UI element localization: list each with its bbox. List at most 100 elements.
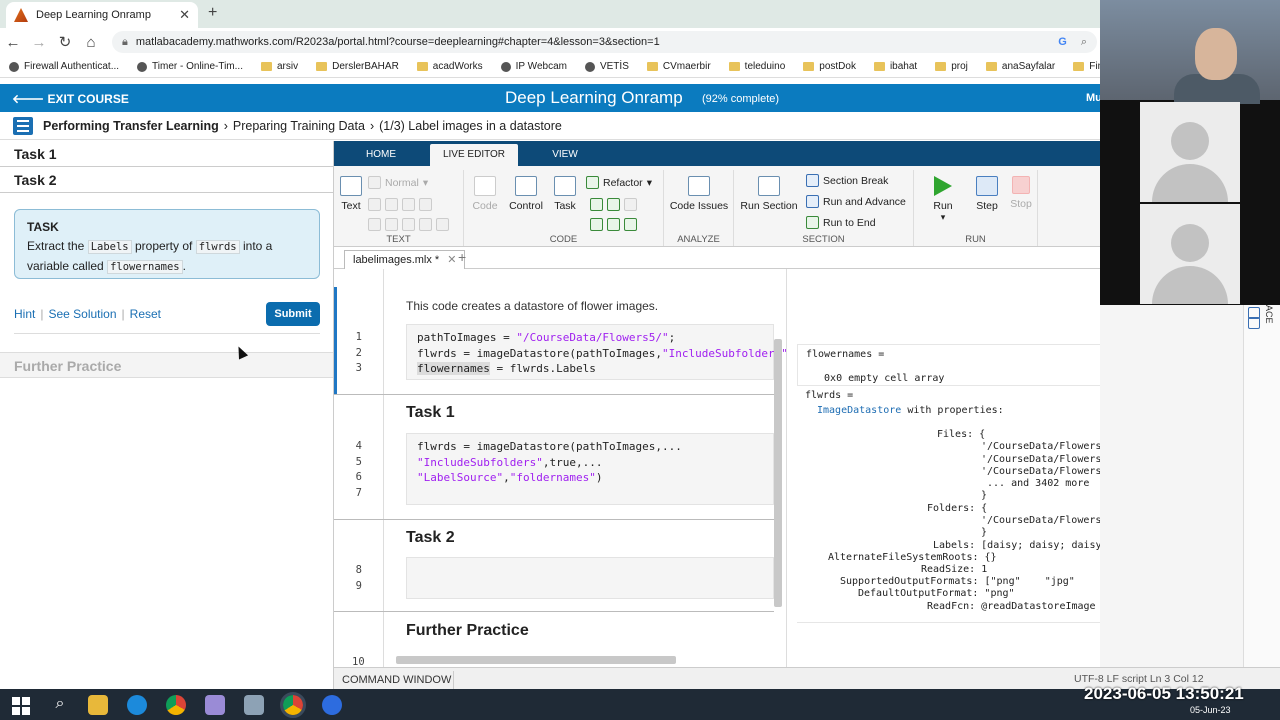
bookmark-item[interactable]: CVmaerbir	[638, 61, 720, 72]
reset-link[interactable]: Reset	[130, 307, 161, 321]
side-panel-label: ACE	[1264, 305, 1274, 324]
line-number: 2	[355, 347, 362, 359]
task2-header[interactable]: Task 2	[0, 167, 333, 193]
live-editor[interactable]: 1 2 3 4 5 6 7 8 9 10 This code creates a…	[334, 269, 786, 667]
dropdown-icon: ▾	[940, 212, 946, 222]
bold-icon[interactable]	[368, 198, 381, 211]
run-section-button[interactable]: Run Section	[738, 176, 800, 212]
code-block-intro[interactable]: pathToImages = "/CourseData/Flowers5/"; …	[406, 324, 786, 380]
folder-icon	[1073, 62, 1085, 71]
tab-live-editor[interactable]: LIVE EDITOR	[430, 144, 518, 166]
bookmark-item[interactable]: teleduino	[720, 61, 795, 72]
run-to-end-button[interactable]: Run to End	[806, 216, 876, 229]
monospace-icon[interactable]	[419, 198, 432, 211]
bookmark-item[interactable]: Finansal	[1064, 61, 1100, 72]
uncomment-icon[interactable]	[607, 198, 620, 211]
bullet-list-icon[interactable]	[368, 218, 381, 231]
align-center-icon[interactable]	[419, 218, 432, 231]
align-right-icon[interactable]	[436, 218, 449, 231]
bookmark-item[interactable]: anaSayfalar	[977, 61, 1064, 72]
italic-icon[interactable]	[385, 198, 398, 211]
url-input[interactable]: 🔒︎ matlabacademy.mathworks.com/R2023a/po…	[112, 31, 1097, 53]
code-block-task1[interactable]: flwrds = imageDatastore(pathToImages,...…	[406, 433, 774, 505]
command-window-label[interactable]: COMMAND WINDOW	[342, 671, 454, 689]
section-break-button[interactable]: Section Break	[806, 174, 888, 187]
numbered-list-icon[interactable]	[385, 218, 398, 231]
breadcrumb-section[interactable]: Performing Transfer Learning	[43, 119, 219, 133]
edge-icon[interactable]	[127, 695, 147, 715]
exit-course-button[interactable]: 🡐 EXIT COURSE	[12, 91, 129, 106]
bookmark-item[interactable]: postDok	[794, 61, 865, 72]
search-icon[interactable]: ⌕	[50, 695, 70, 715]
bookmark-item[interactable]: arsiv	[252, 61, 307, 72]
task-button[interactable]: Task	[550, 176, 580, 212]
indent-icon[interactable]	[590, 218, 603, 231]
breadcrumb-lesson[interactable]: Preparing Training Data	[233, 119, 365, 133]
new-tab-icon[interactable]: +	[208, 4, 217, 22]
tab-view[interactable]: VIEW	[530, 144, 600, 166]
bookmark-item[interactable]: Timer - Online-Tim...	[128, 61, 252, 72]
hint-link[interactable]: Hint	[14, 307, 35, 321]
stop-button[interactable]: Stop	[1006, 176, 1036, 210]
add-file-tab-icon[interactable]: +	[458, 249, 466, 265]
home-icon[interactable]: ⌂	[78, 34, 104, 51]
bookmark-item[interactable]: DerslerBAHAR	[307, 61, 408, 72]
app-icon[interactable]	[205, 695, 225, 715]
code-tools-row1	[590, 198, 637, 211]
bookmark-item[interactable]: acadWorks	[408, 61, 492, 72]
submit-button[interactable]: Submit	[266, 302, 320, 326]
forward-icon[interactable]: →	[26, 34, 52, 51]
bookmark-label: Timer - Online-Tim...	[152, 61, 243, 72]
folder-icon	[416, 62, 428, 71]
google-icon[interactable]: G	[1058, 36, 1067, 49]
class-link[interactable]: ImageDatastore	[817, 405, 901, 416]
see-solution-link[interactable]: See Solution	[48, 307, 116, 321]
back-icon[interactable]: ←	[0, 34, 26, 51]
code-block-task2[interactable]	[406, 557, 774, 599]
side-panel-icon[interactable]	[1248, 317, 1260, 329]
bookmark-item[interactable]: Firewall Authenticat...	[0, 61, 128, 72]
bookmark-item[interactable]: IP Webcam	[492, 61, 576, 72]
code-issues-button[interactable]: Code Issues	[668, 176, 730, 212]
run-button[interactable]: Run ▾	[928, 176, 958, 223]
bookmark-item[interactable]: ibahat	[865, 61, 926, 72]
normal-style-dropdown[interactable]: Normal ▾	[368, 176, 428, 189]
bookmark-item[interactable]: proj	[926, 61, 977, 72]
refactor-dropdown[interactable]: Refactor ▾	[586, 176, 652, 189]
text-button[interactable]: Text	[338, 176, 364, 212]
decrease-indent-icon[interactable]	[607, 218, 620, 231]
control-icon	[515, 176, 537, 196]
smart-indent-icon[interactable]	[624, 218, 637, 231]
folder-icon	[728, 62, 740, 71]
editor-vertical-scrollbar[interactable]	[774, 339, 782, 607]
further-practice-header[interactable]: Further Practice	[0, 352, 333, 378]
close-file-icon[interactable]: ✕	[447, 254, 456, 266]
comment-icon[interactable]	[590, 198, 603, 211]
close-tab-icon[interactable]: ✕	[179, 7, 190, 23]
control-button[interactable]: Control	[508, 176, 544, 212]
align-left-icon[interactable]	[402, 218, 415, 231]
zoom-app-icon[interactable]	[322, 695, 342, 715]
chrome-active-icon[interactable]	[280, 692, 306, 718]
wrap-comments-icon[interactable]	[624, 198, 637, 211]
chrome-icon[interactable]	[166, 695, 186, 715]
task1-header[interactable]: Task 1	[0, 141, 333, 167]
bookmark-label: DerslerBAHAR	[332, 61, 399, 72]
camera-icon[interactable]	[244, 695, 264, 715]
file-explorer-icon[interactable]	[88, 695, 108, 715]
zoom-icon[interactable]: ⌕	[1081, 36, 1087, 49]
windows-start-icon[interactable]	[12, 695, 32, 715]
bookmark-item[interactable]: VETİS	[576, 61, 638, 72]
step-button[interactable]: Step	[972, 176, 1002, 212]
file-tab-labelimages[interactable]: labelimages.mlx * ✕	[344, 250, 466, 269]
reload-icon[interactable]: ↻	[52, 33, 78, 51]
tab-home[interactable]: HOME	[346, 144, 416, 166]
editor-horizontal-scrollbar[interactable]	[396, 656, 676, 664]
output-line: '/CourseData/Flowers5/daisy/10172379554_…	[981, 466, 1100, 477]
underline-icon[interactable]	[402, 198, 415, 211]
run-and-advance-button[interactable]: Run and Advance	[806, 195, 906, 208]
folder-icon	[646, 62, 658, 71]
menu-icon[interactable]	[13, 116, 33, 135]
browser-tab[interactable]: Deep Learning Onramp ✕	[6, 2, 198, 28]
code-button[interactable]: Code	[470, 176, 500, 212]
